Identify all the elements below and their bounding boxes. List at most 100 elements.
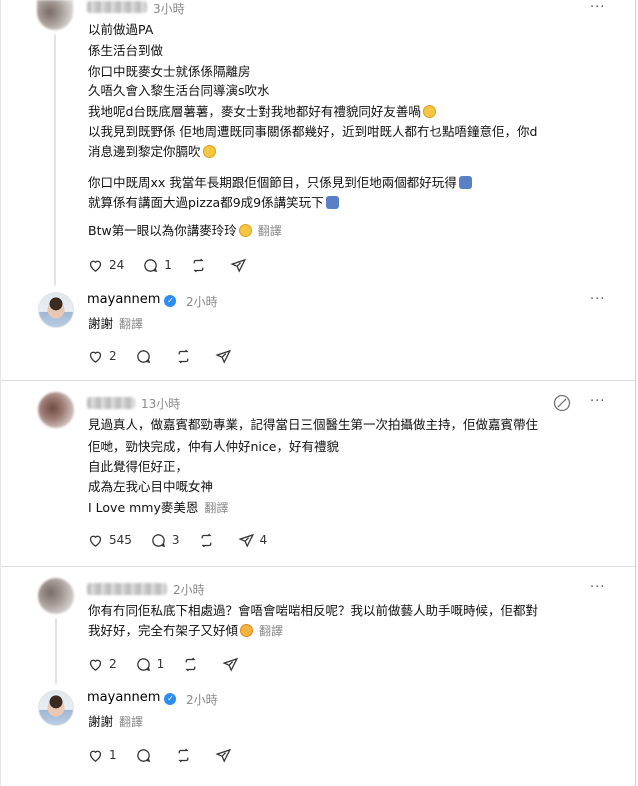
- translate-link[interactable]: 翻譯: [119, 715, 143, 729]
- send-icon: [222, 657, 239, 672]
- shrug-emoji-icon: [325, 196, 339, 209]
- verified-badge-icon: ✓: [164, 295, 177, 307]
- post-text-line: 自此覺得佢好正，: [88, 459, 189, 474]
- translate-link[interactable]: 翻譯: [258, 224, 282, 238]
- post-text-line: 就算係有講面大過pizza都9成9係講笑玩下: [88, 194, 339, 211]
- translate-link[interactable]: 翻譯: [204, 501, 228, 515]
- heart-icon: [89, 260, 102, 272]
- repost-icon: [178, 349, 189, 363]
- repost-icon: [193, 258, 204, 272]
- repost-button[interactable]: [175, 747, 197, 764]
- heart-icon: [89, 351, 102, 363]
- username[interactable]: mayannem ✓: [87, 690, 177, 705]
- reply-button[interactable]: 1: [135, 656, 165, 673]
- user-avatar[interactable]: [38, 392, 74, 428]
- like-count: 2: [109, 349, 117, 363]
- comment-icon: [136, 657, 150, 671]
- user-avatar[interactable]: [37, 0, 73, 30]
- thread-connector: [55, 618, 57, 684]
- share-count: 4: [259, 533, 268, 547]
- like-count: 545: [109, 533, 132, 547]
- post-actions: 24 1: [87, 255, 270, 275]
- like-button[interactable]: 2: [87, 656, 117, 673]
- repost-icon: [200, 533, 212, 547]
- share-button[interactable]: [222, 656, 244, 673]
- blurred-username[interactable]: [87, 583, 167, 595]
- more-options-icon[interactable]: ···: [590, 292, 605, 307]
- repost-button[interactable]: [190, 257, 212, 274]
- post-actions: 545 3 4: [87, 530, 285, 550]
- post-text-line: 見過真人，做嘉賓都勁專業，記得當日三個醫生第一次拍攝做主持，佢做嘉賓帶住: [88, 417, 539, 432]
- repost-button[interactable]: [198, 532, 220, 549]
- repost-icon: [185, 657, 196, 671]
- thread-connector: [54, 34, 56, 286]
- post-text-line: 我地呢d台既底層薯薯，麥女士對我地都好有禮貌同好友善喎: [88, 103, 436, 120]
- share-button[interactable]: [230, 257, 252, 274]
- reply-button[interactable]: 1: [142, 257, 172, 274]
- post-actions: 2 1: [87, 654, 262, 674]
- comment-icon: [152, 533, 166, 547]
- post-time: 2小時: [186, 295, 218, 309]
- like-button[interactable]: 545: [87, 532, 132, 549]
- more-options-icon[interactable]: ···: [590, 580, 605, 595]
- mute-notifications-icon[interactable]: [552, 393, 572, 413]
- post-time: 2小時: [173, 583, 205, 597]
- post-text-line: 消息邊到黎定你膈吹: [88, 143, 216, 160]
- more-options-icon[interactable]: ···: [590, 0, 605, 15]
- post-actions: 1: [87, 745, 255, 765]
- post-text-line: Btw第一眼以為你講麥玲玲 翻譯: [88, 223, 282, 238]
- divider: [1, 380, 635, 381]
- send-icon: [230, 258, 247, 273]
- post-text-line: 久唔久會入黎生活台同導演s吹水: [88, 83, 270, 98]
- blurred-username[interactable]: [87, 397, 135, 409]
- share-button[interactable]: 4: [237, 532, 268, 549]
- reply-button[interactable]: [135, 348, 157, 365]
- comment-icon: [136, 349, 150, 363]
- like-button[interactable]: 1: [87, 747, 117, 764]
- post-text-line: 你口中既麥女士就係係隔離房: [88, 64, 251, 79]
- heart-icon: [89, 535, 102, 547]
- post-time: 13小時: [141, 397, 181, 411]
- post-text-line: 係生活台到做: [88, 43, 164, 58]
- like-button[interactable]: 2: [87, 348, 117, 365]
- post-text-line: 謝謝 翻譯: [88, 714, 144, 729]
- more-options-icon[interactable]: ···: [590, 394, 605, 409]
- reply-button[interactable]: [135, 747, 157, 764]
- post-text-line: 我好好，完全冇架子又好傾 翻譯: [88, 623, 284, 638]
- send-icon: [214, 349, 231, 364]
- share-button[interactable]: [214, 747, 237, 764]
- smirk-emoji-icon: [202, 145, 216, 158]
- smirk-emoji-icon: [238, 224, 252, 237]
- post-text-line: 你口中既周xx 我當年長期跟佢個節目，只係見到佢地兩個都好玩得: [88, 174, 472, 191]
- like-count: 2: [109, 657, 117, 671]
- repost-icon: [178, 748, 189, 762]
- post-text-line: 佢哋，勁快完成，仲有人仲好nice，好有禮貌: [88, 439, 339, 454]
- reply-count: 1: [164, 258, 172, 272]
- reply-count: 1: [156, 657, 165, 671]
- like-count: 1: [109, 748, 117, 762]
- threads-feed: 3小時 ··· 以前做過PA 係生活台到做 你口中既麥女士就係係隔離房 久唔久會…: [0, 0, 636, 786]
- verified-badge-icon: ✓: [164, 693, 177, 705]
- user-avatar[interactable]: [38, 578, 74, 614]
- blurred-username[interactable]: [87, 1, 147, 13]
- reply-button[interactable]: 3: [150, 532, 180, 549]
- repost-button[interactable]: [182, 656, 204, 673]
- comment-icon: [136, 748, 150, 762]
- mayannem-avatar[interactable]: [38, 690, 74, 726]
- username[interactable]: mayannem ✓: [87, 292, 177, 307]
- post-text-line: 以我見到既野係 佢地周遭既同事關係都幾好，近到咁既人都冇乜點唔鐘意佢，你d: [88, 124, 538, 139]
- mayannem-avatar[interactable]: [38, 292, 74, 328]
- heart-icon: [89, 750, 102, 762]
- like-count: 24: [109, 258, 125, 272]
- laughing-emoji-icon: [422, 105, 436, 118]
- post-text-line: 以前做過PA: [88, 22, 154, 37]
- like-button[interactable]: 24: [87, 257, 124, 274]
- post-text-line: 謝謝 翻譯: [88, 316, 144, 331]
- post-time: 2小時: [186, 693, 218, 707]
- translate-link[interactable]: 翻譯: [259, 624, 283, 638]
- share-button[interactable]: [214, 348, 237, 365]
- repost-button[interactable]: [175, 348, 197, 365]
- translate-link[interactable]: 翻譯: [119, 317, 143, 331]
- send-icon: [214, 748, 231, 763]
- send-icon: [237, 533, 254, 548]
